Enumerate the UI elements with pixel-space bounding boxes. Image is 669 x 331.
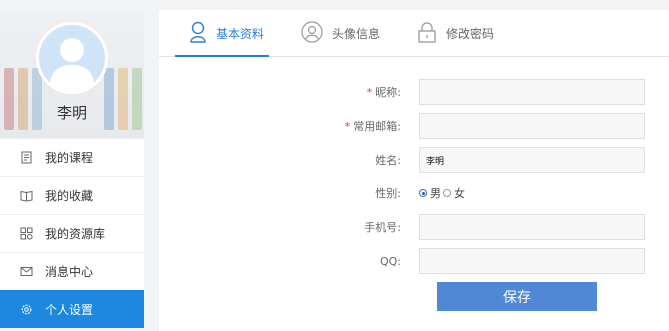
sidebar: 李明 我的课程 我的收藏 我的资源库 消息中心 个人设置 [0,10,144,328]
email-field[interactable] [419,113,645,139]
qq-row: QQ: [159,247,645,275]
qq-field[interactable] [419,248,645,274]
email-label-wrap: * 常用邮箱: [159,118,419,134]
user-name: 李明 [56,104,87,122]
tab-label: 头像信息 [332,26,381,41]
phone-field[interactable] [419,214,645,240]
name-label: 姓名: [375,154,401,167]
user-icon [189,21,207,46]
gender-female-radio[interactable] [443,189,451,197]
sidebar-item-label: 我的课程 [45,151,94,165]
settings-panel: 基本资料 头像信息 修改密码 * 昵称: * 常用邮箱: 姓名: 李明 性别: … [159,10,669,331]
tab-avatar-info[interactable]: 头像信息 [301,10,380,56]
tab-label: 基本资料 [216,26,265,41]
lock-icon [417,21,437,46]
avatar[interactable] [36,22,108,94]
nickname-row: * 昵称: [159,78,645,106]
sidebar-menu: 我的课程 我的收藏 我的资源库 消息中心 个人设置 [0,138,144,328]
phone-label: 手机号: [364,221,401,234]
sidebar-item-label: 消息中心 [45,265,94,279]
sidebar-item-my-courses[interactable]: 我的课程 [0,138,144,176]
gender-radio-group: 男 女 [419,185,465,201]
tab-label: 修改密码 [446,26,495,41]
gender-female-label: 女 [454,187,465,200]
gender-row: 性别: 男 女 [159,179,465,207]
nickname-label-wrap: * 昵称: [159,84,419,100]
nickname-field[interactable] [419,79,645,105]
gear-icon [20,303,33,316]
avatar-icon [301,20,323,46]
envelope-icon [20,265,33,278]
tab-basic-info[interactable]: 基本资料 [189,10,264,56]
name-row: 姓名: [159,146,645,174]
gender-male-label: 男 [430,187,441,200]
sidebar-item-messages[interactable]: 消息中心 [0,252,144,290]
email-row: * 常用邮箱: [159,112,645,140]
sidebar-item-label: 个人设置 [45,303,94,317]
sidebar-item-favorites[interactable]: 我的收藏 [0,176,144,214]
required-mark: * [366,86,373,99]
nickname-label: 昵称: [375,86,401,99]
name-field[interactable] [419,147,645,173]
email-label: 常用邮箱: [353,120,401,133]
book-icon [20,189,33,202]
tab-change-password[interactable]: 修改密码 [417,10,494,56]
active-tab-indicator [175,55,269,57]
sidebar-item-resources[interactable]: 我的资源库 [0,214,144,252]
gender-male-radio[interactable] [419,189,427,197]
gender-label: 性别: [375,187,401,200]
settings-tabs: 基本资料 头像信息 修改密码 [159,10,669,57]
sidebar-item-label: 我的收藏 [45,189,94,203]
document-icon [20,151,33,164]
required-mark: * [344,120,351,133]
phone-row: 手机号: [159,213,645,241]
grid-icon [20,227,33,240]
sidebar-item-label: 我的资源库 [45,227,106,241]
save-button[interactable]: 保存 [437,282,597,311]
profile-panel: 李明 [0,10,144,138]
qq-label: QQ: [379,254,401,268]
sidebar-item-settings[interactable]: 个人设置 [0,290,144,328]
